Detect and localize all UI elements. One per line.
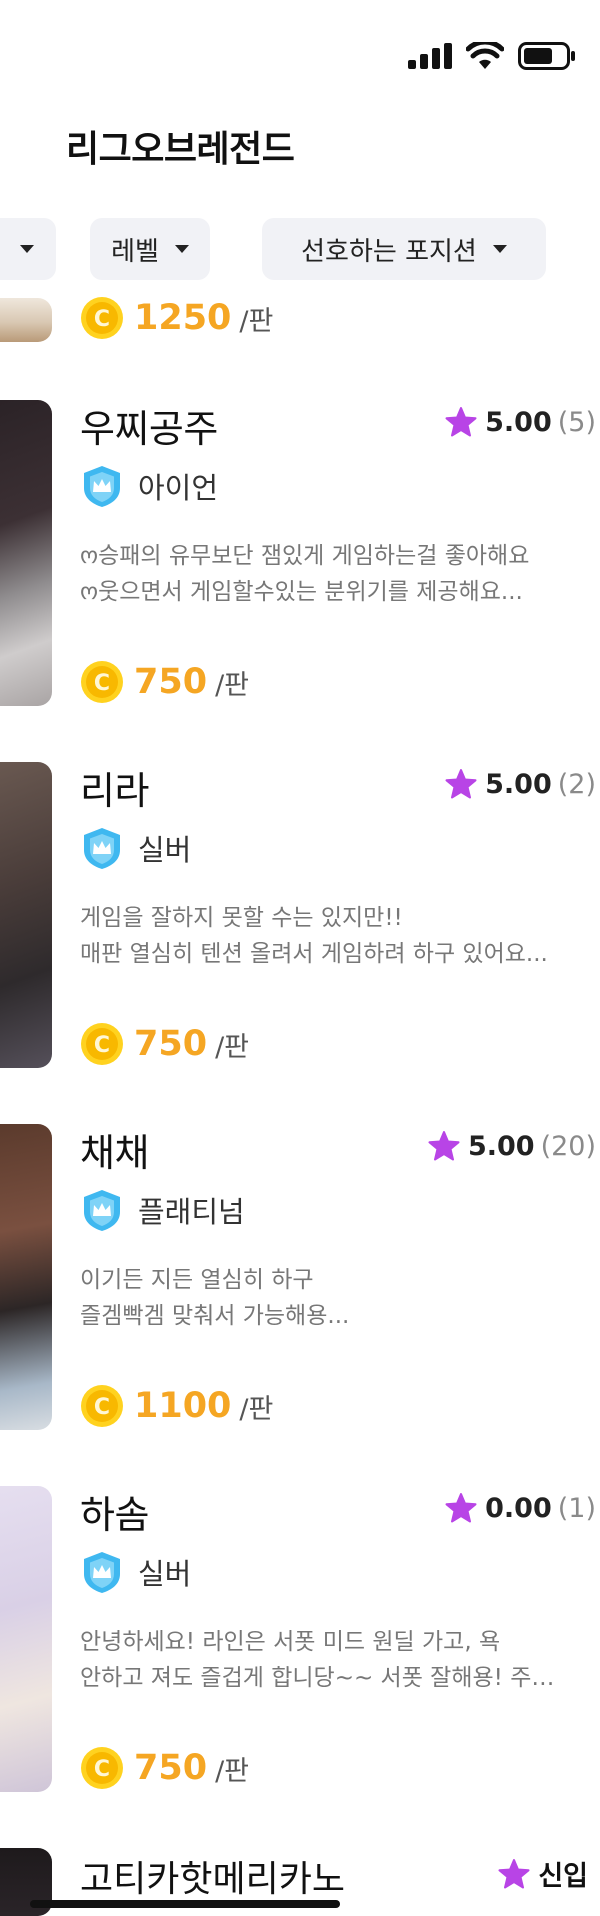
status-bar: [408, 42, 576, 70]
star-icon: [428, 1131, 460, 1161]
rating: 0.00 (1): [445, 1492, 596, 1524]
tier-crown-badge-icon: [84, 1190, 120, 1231]
intro-line: 즐겜빡겜 맞춰서 가능해용...: [80, 1303, 350, 1329]
price-row: C 750 /판: [80, 1022, 249, 1066]
caret-down-icon: [20, 245, 34, 253]
tier-label: 아이언: [138, 471, 219, 505]
price-unit: /판: [239, 1393, 274, 1425]
svg-text:C: C: [94, 1395, 110, 1420]
intro-line: ო웃으면서 게임할수있는 분위기를 제공해요...: [80, 579, 523, 605]
star-icon: [445, 769, 477, 799]
svg-text:C: C: [94, 1757, 110, 1782]
intro-line: ო승패의 유무보단 잼있게 게임하는걸 좋아해요: [80, 543, 530, 569]
rating-score: 5.00: [467, 1130, 535, 1162]
star-icon: [445, 407, 477, 437]
star-icon: [445, 1493, 477, 1523]
coin-icon: C: [81, 297, 123, 339]
price-row: C 750 /판: [80, 1746, 249, 1790]
tier-crown-badge-icon: [84, 1552, 120, 1593]
player-card[interactable]: 리라 5.00 (2) 실버 게임을 잘하지 못할 수는 있지만!! 매판 열심…: [0, 760, 600, 1100]
filter-chip-level[interactable]: 레벨: [90, 218, 210, 280]
tier-crown-badge-icon: [84, 466, 120, 507]
tier: 플래티넘: [80, 1188, 245, 1232]
rating-count: (5): [557, 406, 596, 438]
player-intro: 이기든 지든 열심히 하구 즐겜빡겜 맞춰서 가능해용...: [80, 1262, 595, 1334]
tier: 실버: [80, 826, 191, 870]
coin-icon: C: [81, 661, 123, 703]
price-unit: /판: [215, 1755, 249, 1787]
intro-line: 이기든 지든 열심히 하구: [80, 1267, 314, 1293]
battery-icon: [518, 42, 575, 70]
svg-text:C: C: [94, 671, 110, 696]
coin-icon: C: [81, 1385, 123, 1427]
new-badge-label: 신입: [538, 1861, 588, 1892]
filter-chip-label: 선호하는 포지션: [301, 236, 477, 267]
rating-score: 0.00: [485, 1492, 552, 1524]
rating-count: (20): [540, 1130, 596, 1162]
player-name: 하솜: [80, 1493, 149, 1537]
tier: 실버: [80, 1550, 191, 1594]
home-indicator: [30, 1900, 340, 1908]
price-value: 750: [134, 1024, 208, 1064]
caret-down-icon: [492, 245, 507, 253]
price-row: C 750 /판: [80, 660, 249, 704]
tier-label: 실버: [138, 1557, 192, 1591]
price-unit: /판: [239, 305, 274, 337]
tier: 아이언: [80, 464, 218, 508]
svg-text:C: C: [94, 1033, 110, 1058]
player-card[interactable]: 우찌공주 5.00 (5) 아이언 ო승패의 유무보단 잼있게 게임하는걸 좋아…: [0, 398, 600, 738]
price-value: 1100: [134, 1386, 232, 1426]
filter-chip-partial[interactable]: [0, 218, 56, 280]
caret-down-icon: [174, 245, 189, 253]
cellular-signal-icon: [408, 43, 452, 69]
coin-icon: C: [81, 1023, 123, 1065]
rating-score: 5.00: [485, 406, 552, 438]
tier-crown-badge-icon: [84, 828, 120, 869]
rating: 5.00 (5): [445, 406, 596, 438]
rating-count: (2): [557, 768, 596, 800]
player-card[interactable]: 채채 5.00 (20) 플래티넘 이기든 지든 열심히 하구 즐겜빡겜 맞춰서…: [0, 1122, 600, 1462]
price-unit: /판: [215, 669, 249, 701]
coin-icon: C: [81, 1747, 123, 1789]
player-name: 우찌공주: [80, 407, 218, 451]
rating-score: 5.00: [485, 768, 552, 800]
player-intro: 게임을 잘하지 못할 수는 있지만!! 매판 열심히 텐션 올려서 게임하려 하…: [80, 900, 595, 972]
price-value: 750: [134, 662, 208, 702]
intro-line: 매판 열심히 텐션 올려서 게임하려 하구 있어요...: [80, 941, 548, 967]
player-name: 채채: [80, 1131, 149, 1175]
price-value: 1250: [134, 298, 232, 338]
svg-text:C: C: [94, 307, 110, 332]
rating: 5.00 (2): [445, 768, 596, 800]
page-title: 리그오브레전드: [66, 129, 295, 170]
filter-chip-label: 레벨: [111, 236, 159, 267]
price-value: 750: [134, 1748, 208, 1788]
tier-label: 플래티넘: [138, 1195, 245, 1229]
player-name: 고티카핫메리카노: [80, 1859, 345, 1900]
filter-chip-position[interactable]: 선호하는 포지션: [262, 218, 546, 280]
rating-count: (1): [557, 1492, 596, 1524]
profile-thumbnail[interactable]: [0, 298, 52, 342]
intro-line: 안녕하세요! 라인은 서폿 미드 원딜 가고, 욕: [80, 1629, 501, 1655]
price-row: C 1100 /판: [80, 1384, 273, 1428]
wifi-icon: [466, 42, 504, 69]
price-row: C 1250 /판: [80, 296, 273, 340]
price-unit: /판: [215, 1031, 249, 1063]
tier-label: 실버: [138, 833, 192, 867]
player-name: 리라: [80, 769, 149, 813]
rating: 5.00 (20): [428, 1130, 596, 1162]
player-card[interactable]: 하솜 0.00 (1) 실버 안녕하세요! 라인은 서폿 미드 원딜 가고, 욕…: [0, 1484, 600, 1824]
intro-line: 안하고 져도 즐겁게 합니당~~ 서폿 잘해용! 주…: [80, 1665, 555, 1691]
player-intro: 안녕하세요! 라인은 서폿 미드 원딜 가고, 욕 안하고 져도 즐겁게 합니당…: [80, 1624, 595, 1696]
new-badge: 신입: [498, 1854, 588, 1893]
player-intro: ო승패의 유무보단 잼있게 게임하는걸 좋아해요 ო웃으면서 게임할수있는 분위…: [80, 538, 595, 610]
star-icon: [498, 1858, 530, 1888]
filter-bar: 레벨 선호하는 포지션: [0, 218, 600, 280]
intro-line: 게임을 잘하지 못할 수는 있지만!!: [80, 905, 403, 931]
